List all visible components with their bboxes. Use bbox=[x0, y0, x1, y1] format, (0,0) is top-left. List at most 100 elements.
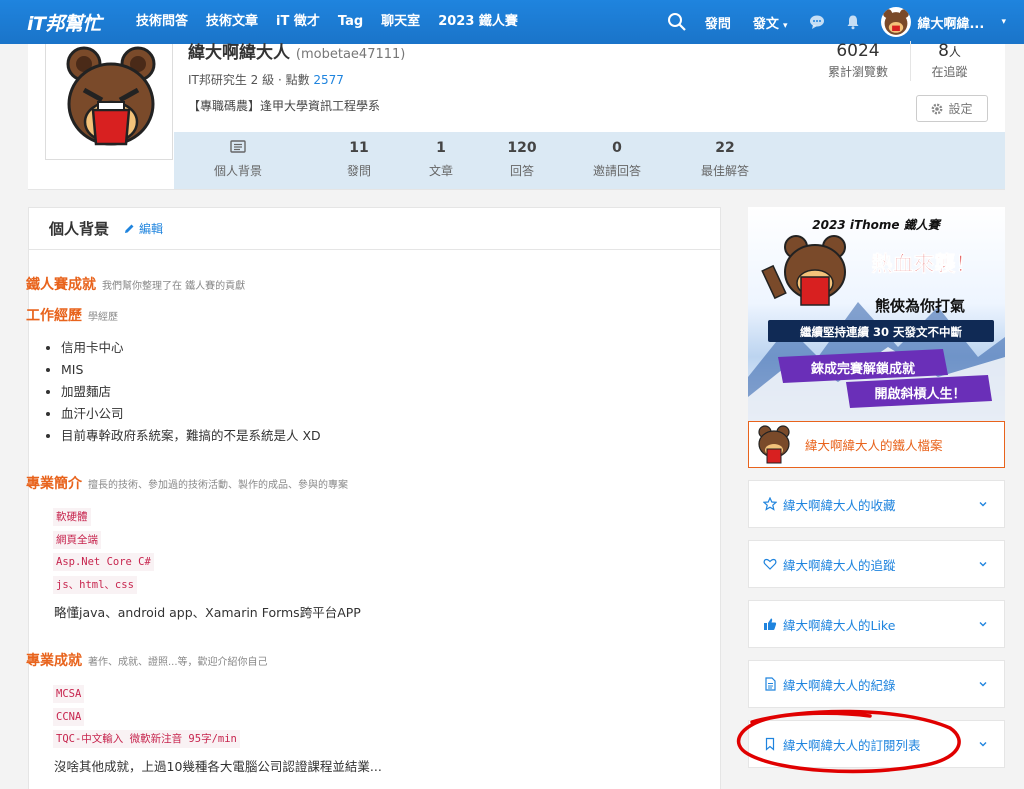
edit-label: 編輯 bbox=[139, 222, 164, 236]
post-menu-label: 發文 bbox=[752, 16, 779, 32]
profile-rank: IT邦研究生 2 級 · 點數 2577 bbox=[188, 71, 344, 88]
avatar bbox=[881, 7, 912, 37]
work-list: 信用卡中心 MIS 加盟麵店 血汗小公司 目前專幹政府系統案，難搞的不是系統是人… bbox=[61, 337, 321, 447]
chevron-down-icon bbox=[979, 622, 987, 627]
stat-label: 邀請回答 bbox=[592, 164, 641, 178]
followers-label: 在追蹤 bbox=[931, 65, 968, 79]
stat-articles[interactable]: 1 文章 bbox=[411, 140, 471, 179]
stat-value: 1 bbox=[436, 140, 446, 156]
stat-label: 回答 bbox=[509, 164, 534, 178]
ironman-banner[interactable]: 2023 iThome 鐵人賽 熱血來襲！ 熊俠為你打氣 繼續堅持連續 30 天… bbox=[748, 207, 1005, 421]
sidebar-item-favorites[interactable]: 緯大啊緯大人的收藏 bbox=[748, 480, 1005, 528]
chat-icon[interactable] bbox=[809, 14, 825, 30]
stat-best-answers[interactable]: 22 最佳解答 bbox=[690, 140, 760, 179]
nav-item-ironman[interactable]: 2023 鐵人賽 bbox=[429, 0, 527, 44]
code-tag: CCNA bbox=[53, 707, 85, 726]
stat-invited[interactable]: 0 邀請回答 bbox=[582, 140, 652, 179]
profile-avatar bbox=[45, 44, 173, 160]
top-navbar: iT邦幫忙 技術問答 技術文章 iT 徵才 Tag 聊天室 2023 鐵人賽 發… bbox=[0, 0, 1024, 44]
bell-icon[interactable] bbox=[845, 14, 861, 30]
list-item: 加盟麵店 bbox=[61, 381, 321, 403]
bear-mascot-icon bbox=[758, 424, 790, 463]
profile-header: 緯大啊緯大人 (mobetae47111) IT邦研究生 2 級 · 點數 25… bbox=[28, 41, 1005, 190]
sidebar-item-following[interactable]: 緯大啊緯大人的追蹤 bbox=[748, 540, 1005, 588]
views-label: 累計瀏覽數 bbox=[827, 65, 888, 79]
stat-label: 最佳解答 bbox=[700, 164, 749, 178]
stat-value: 22 bbox=[715, 140, 735, 156]
section-title-text: 專業成就 bbox=[26, 653, 82, 669]
section-work: 工作經歷 學經歷 bbox=[26, 305, 118, 325]
list-item: MIS bbox=[61, 359, 321, 381]
achievement-text: 沒啥其他成就，上過10幾種各大電腦公司認證課程並結業... bbox=[54, 759, 382, 774]
ironman-link-label: 緯大啊緯大人的鐵人檔案 bbox=[805, 438, 943, 453]
section-title: 工作經歷 學經歷 bbox=[26, 305, 118, 325]
sidebar-item-label: 緯大啊緯大人的收藏 bbox=[783, 497, 896, 513]
settings-button[interactable]: 設定 bbox=[916, 95, 988, 122]
stat-answers[interactable]: 120 回答 bbox=[492, 140, 552, 179]
stat-background[interactable]: 個人背景 bbox=[208, 140, 268, 179]
followers-value: 8 bbox=[938, 41, 949, 61]
code-tag: 軟硬體 bbox=[53, 508, 91, 526]
followers-count[interactable]: 8人 在追蹤 bbox=[910, 41, 988, 81]
section-subtitle: 著作、成就、證照...等，歡迎介紹你自己 bbox=[88, 657, 268, 668]
list-item: 血汗小公司 bbox=[61, 403, 321, 425]
sidebar-item-label: 緯大啊緯大人的紀錄 bbox=[783, 677, 896, 693]
sidebar-item-records[interactable]: 緯大啊緯大人的紀錄 bbox=[748, 660, 1005, 708]
stats-bar: 個人背景 11 發問 1 文章 120 回答 0 邀請回答 22 最佳解答 bbox=[174, 132, 1005, 189]
user-menu[interactable]: 緯大啊緯... ▾ bbox=[881, 7, 1006, 37]
code-tag: 網頁全端 bbox=[53, 530, 101, 549]
skills-text: 略懂java、android app、Xamarin Forms跨平台APP bbox=[54, 605, 361, 620]
followers-unit: 人 bbox=[948, 45, 961, 59]
site-logo[interactable]: iT邦幫忙 bbox=[27, 9, 113, 36]
views-number: 6024 bbox=[836, 41, 880, 61]
code-tag: MCSA bbox=[53, 685, 85, 703]
profile-display-name: 緯大啊緯大人 bbox=[188, 43, 290, 63]
section-achievements: 專業成就 著作、成就、證照...等，歡迎介紹你自己 bbox=[26, 650, 268, 670]
pencil-icon bbox=[125, 224, 134, 233]
profile-handle: (mobetae47111) bbox=[295, 47, 406, 62]
panel-header: 個人背景 編輯 bbox=[29, 208, 720, 250]
banner-streak: 繼續堅持連續 30 天發文不中斷 bbox=[800, 325, 963, 339]
sidebar-item-label: 緯大啊緯大人的追蹤 bbox=[783, 557, 896, 573]
chevron-down-icon bbox=[979, 562, 987, 567]
stat-value: 0 bbox=[612, 140, 622, 156]
id-card-icon bbox=[208, 140, 268, 158]
code-tag: Asp.Net Core C# bbox=[53, 553, 154, 571]
thumbs-up-icon bbox=[764, 618, 777, 630]
search-icon[interactable] bbox=[667, 12, 687, 32]
nav-item-qa[interactable]: 技術問答 bbox=[127, 0, 197, 44]
post-menu[interactable]: 發文 ▾ bbox=[753, 13, 788, 32]
views-count: 6024 累計瀏覽數 bbox=[810, 41, 906, 80]
caret-down-icon: ▾ bbox=[782, 20, 788, 31]
ask-button[interactable]: 發問 bbox=[705, 13, 731, 32]
edit-button[interactable]: 編輯 bbox=[123, 220, 163, 237]
caret-down-icon: ▾ bbox=[1001, 17, 1006, 27]
bear-mascot-icon bbox=[761, 235, 846, 306]
section-subtitle: 我們幫你整理了在 鐵人賽的貢獻 bbox=[102, 281, 246, 292]
points-link[interactable]: 2577 bbox=[313, 73, 344, 87]
ironman-profile-link[interactable]: 緯大啊緯大人的鐵人檔案 bbox=[748, 421, 1005, 468]
chevron-down-icon bbox=[979, 682, 987, 687]
rank-text: IT邦研究生 2 級 · 點數 bbox=[188, 73, 310, 87]
stat-label: 個人背景 bbox=[213, 164, 262, 178]
list-item: 目前專幹政府系統案，難搞的不是系統是人 XD bbox=[61, 425, 321, 447]
profile-name: 緯大啊緯大人 (mobetae47111) bbox=[188, 38, 405, 63]
sidebar-item-label: 緯大啊緯大人的Like bbox=[783, 617, 896, 633]
section-subtitle: 學經歷 bbox=[88, 312, 118, 323]
chevron-down-icon bbox=[979, 742, 987, 747]
section-subtitle: 擅長的技術、參加過的技術活動、製作的成品、參與的專案 bbox=[88, 480, 348, 491]
section-title: 專業成就 著作、成就、證照...等，歡迎介紹你自己 bbox=[26, 650, 268, 670]
section-skills: 專業簡介 擅長的技術、參加過的技術活動、製作的成品、參與的專案 bbox=[26, 473, 348, 493]
settings-label: 設定 bbox=[948, 102, 973, 116]
achievement-tags: MCSA CCNA TQC-中文輸入 微軟新注音 95字/min bbox=[53, 682, 240, 750]
stat-questions[interactable]: 11 發問 bbox=[329, 140, 389, 179]
sidebar-item-subscriptions[interactable]: 緯大啊緯大人的訂閱列表 bbox=[748, 720, 1005, 768]
sidebar-item-likes[interactable]: 緯大啊緯大人的Like bbox=[748, 600, 1005, 648]
nav-right: 發問 發文 ▾ 緯大啊緯... ▾ bbox=[667, 0, 1024, 44]
star-icon bbox=[763, 497, 777, 511]
banner-title: 2023 iThome 鐵人賽 bbox=[812, 218, 941, 232]
chevron-down-icon bbox=[979, 502, 987, 507]
banner-headline: 熱血來襲！ bbox=[872, 252, 977, 276]
gear-icon bbox=[932, 103, 943, 114]
code-tag: js、html、css bbox=[53, 575, 137, 594]
